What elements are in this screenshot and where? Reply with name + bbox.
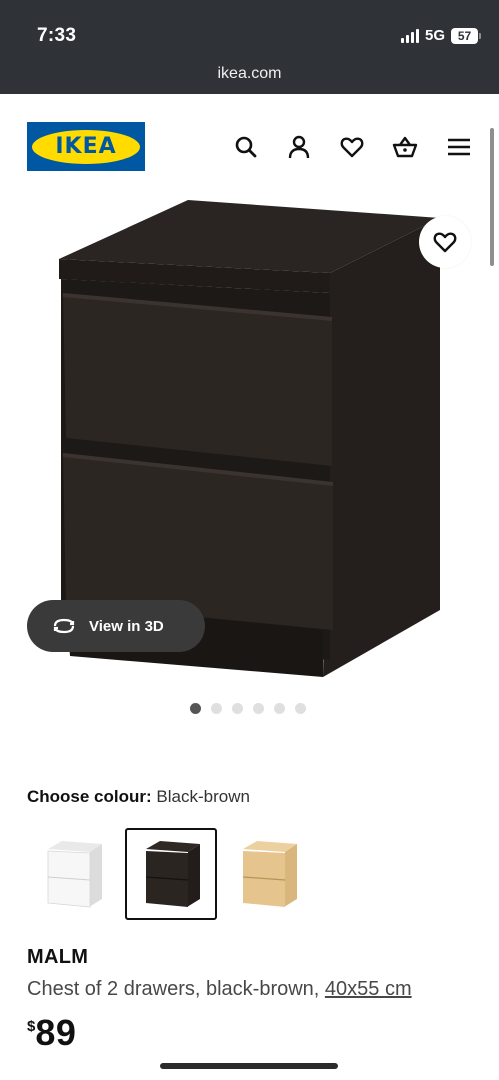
product-description-text: Chest of 2 drawers, black-brown,: [27, 978, 320, 1000]
network-type: 5G: [424, 27, 445, 44]
rotate-3d-icon: [53, 618, 75, 634]
heart-icon[interactable]: [339, 134, 365, 160]
carousel-dot[interactable]: [232, 703, 243, 714]
colour-swatch-black-brown[interactable]: [125, 828, 217, 920]
carousel-dot[interactable]: [274, 703, 285, 714]
logo-text: IKEA: [55, 134, 117, 159]
carousel-dot[interactable]: [295, 703, 306, 714]
add-to-favourites-button[interactable]: [419, 216, 471, 268]
colour-swatch-oak-veneer[interactable]: [222, 828, 314, 920]
product-price: $ 89: [27, 1012, 76, 1054]
product-description: Chest of 2 drawers, black-brown, 40x55 c…: [27, 978, 412, 1001]
user-icon[interactable]: [286, 134, 312, 160]
view-in-3d-button[interactable]: View in 3D: [27, 600, 205, 652]
carousel-dot[interactable]: [211, 703, 222, 714]
status-indicators: 5G 57: [400, 27, 481, 44]
browser-chrome: 7:33 5G 57 ikea.com: [0, 0, 499, 94]
carousel-dot[interactable]: [253, 703, 264, 714]
basket-icon[interactable]: [392, 134, 418, 160]
price-amount: 89: [35, 1012, 77, 1053]
status-time: 7:33: [37, 25, 77, 46]
menu-icon[interactable]: [446, 134, 472, 160]
product-size-link[interactable]: 40x55 cm: [325, 978, 412, 1000]
battery-icon: 57: [451, 27, 481, 44]
colour-swatch-white[interactable]: [27, 828, 119, 920]
price-currency: $: [27, 1018, 36, 1035]
search-icon[interactable]: [233, 134, 259, 160]
choose-colour-label: Choose colour:: [27, 787, 152, 806]
ikea-logo[interactable]: IKEA: [27, 122, 145, 171]
heart-icon: [433, 232, 457, 253]
carousel-dot[interactable]: [190, 703, 201, 714]
home-indicator[interactable]: [160, 1063, 338, 1069]
view-in-3d-label: View in 3D: [89, 617, 164, 635]
battery-level: 57: [451, 27, 478, 44]
carousel-indicator: [190, 703, 306, 714]
signal-icon: [400, 28, 419, 43]
product-name: MALM: [27, 946, 89, 968]
colour-selector-label: Choose colour: Black-brown: [27, 787, 250, 807]
address-bar[interactable]: ikea.com: [0, 65, 499, 83]
selected-colour: Black-brown: [156, 787, 250, 806]
